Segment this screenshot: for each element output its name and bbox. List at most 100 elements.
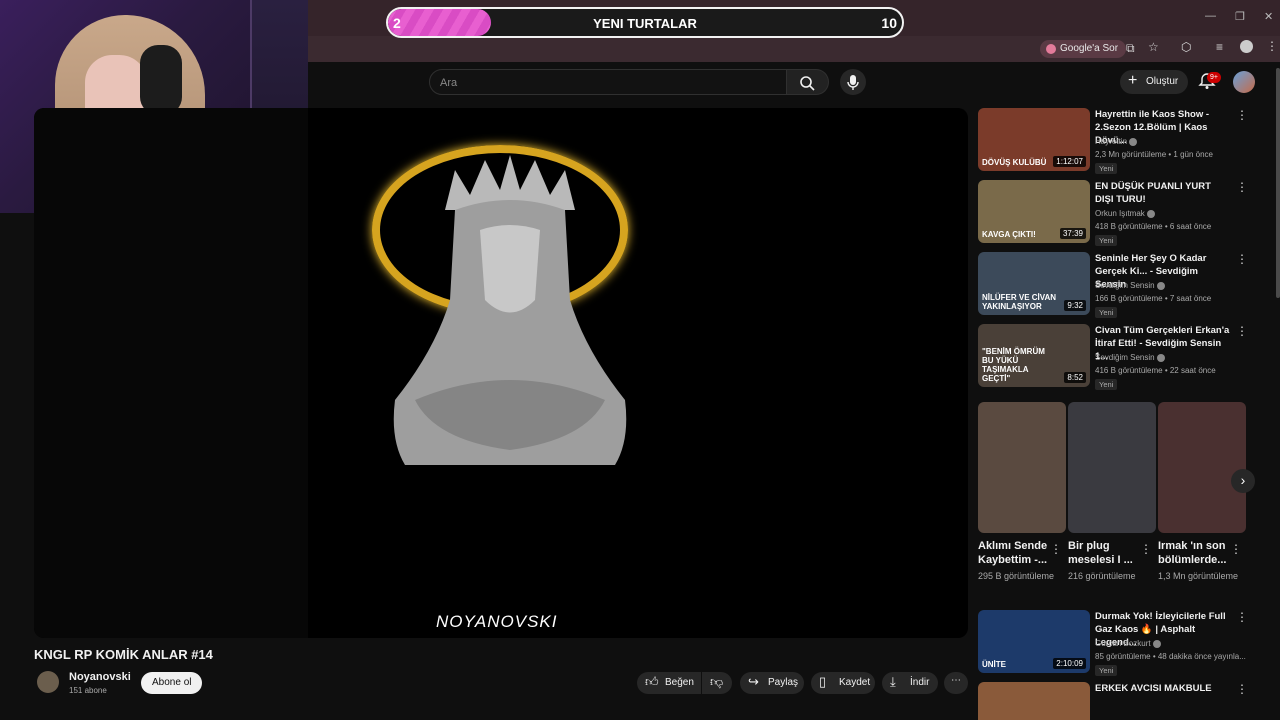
recommendation-item[interactable]: ERKEK AVCISI MAKBULE ⋮	[978, 682, 1248, 720]
thumbnail-caption: DÖVÜŞ KULÜBÜ	[982, 158, 1047, 167]
shorts-next-button[interactable]: ›	[1231, 469, 1255, 493]
more-actions-button[interactable]: ⋯	[944, 672, 968, 694]
verified-icon	[1147, 209, 1156, 218]
video-duration: 9:32	[1064, 300, 1086, 311]
google-icon	[1046, 44, 1056, 54]
new-badge: Yeni	[1095, 235, 1118, 246]
veiled-statue-image	[393, 155, 627, 465]
profile-icon[interactable]	[1240, 40, 1253, 53]
channel-name[interactable]: Noyanovski	[69, 671, 131, 683]
channel-watermark: NOYANOVSKI	[436, 612, 558, 631]
video-thumbnail[interactable]: ÜNİTE 2:10:09	[978, 610, 1090, 673]
recommendation-item[interactable]: DÖVÜŞ KULÜBÜ 1:12:07 Hayrettin ile Kaos …	[978, 108, 1248, 174]
video-duration: 2:10:09	[1053, 658, 1086, 669]
search-input[interactable]: Ara	[429, 69, 787, 95]
channel-avatar[interactable]	[37, 671, 59, 693]
verified-icon	[1129, 137, 1138, 146]
recommendation-item[interactable]: NİLÜFER VE CİVAN YAKINLAŞIYOR 9:32 Senin…	[978, 252, 1248, 318]
subscriber-count: 151 abone	[69, 686, 107, 695]
recommendation-item[interactable]: KAVGA ÇIKTI! 37:39 EN DÜŞÜK PUANLI YURT …	[978, 180, 1248, 246]
more-options-icon[interactable]: ⋮	[1236, 252, 1248, 266]
new-badge: Yeni	[1095, 379, 1118, 390]
bookmark-star-icon[interactable]: ☆	[1148, 40, 1159, 54]
new-badge: Yeni	[1095, 665, 1118, 676]
video-thumbnail[interactable]: NİLÜFER VE CİVAN YAKINLAŞIYOR 9:32	[978, 252, 1090, 315]
cast-icon[interactable]: ⧉	[1126, 41, 1135, 56]
more-options-icon[interactable]: ⋮	[1236, 682, 1248, 696]
video-thumbnail[interactable]: DÖVÜŞ KULÜBÜ 1:12:07	[978, 108, 1090, 171]
short-views: 216 görüntüleme	[1068, 571, 1136, 581]
channel-name[interactable]: Sevdiğim Sensin	[1095, 353, 1165, 362]
thumbs-down-icon: 👎︎	[710, 674, 724, 689]
download-icon: ⤓	[890, 674, 896, 689]
account-avatar[interactable]	[1233, 71, 1255, 93]
channel-name[interactable]: Hayrettin	[1095, 137, 1138, 146]
download-button[interactable]: ⤓ İndir	[882, 672, 938, 694]
short-title[interactable]: Bir plug meselesi I ...	[1068, 539, 1140, 567]
scrollbar[interactable]	[1276, 68, 1280, 298]
voice-search-button[interactable]	[840, 69, 866, 95]
video-title[interactable]: EN DÜŞÜK PUANLI YURT DIŞI TURU!	[1095, 180, 1231, 206]
share-button[interactable]: ↪ Paylaş	[740, 672, 804, 694]
short-item[interactable]: Bir plug meselesi I ... 216 görüntüleme …	[1068, 402, 1156, 583]
recommendation-item[interactable]: "BENİM ÖMRÜM BU YÜKÜ TAŞIMAKLA GEÇTİ" 8:…	[978, 324, 1248, 390]
bookmark-icon: ▯	[819, 674, 827, 689]
short-thumbnail[interactable]	[1068, 402, 1156, 533]
short-item[interactable]: Aklımı Sende Kaybettim -... 295 B görünt…	[978, 402, 1066, 583]
extensions-icon[interactable]: ⬡	[1181, 40, 1191, 54]
video-meta: 2,3 Mn görüntüleme • 1 gün önce	[1095, 150, 1213, 159]
short-views: 295 B görüntüleme	[978, 571, 1055, 581]
verified-icon	[1156, 353, 1165, 362]
video-thumbnail[interactable]: "BENİM ÖMRÜM BU YÜKÜ TAŞIMAKLA GEÇTİ" 8:…	[978, 324, 1090, 387]
more-options-icon[interactable]: ⋮	[1236, 610, 1248, 624]
thumbnail-caption: ÜNİTE	[982, 660, 1006, 669]
thumbs-up-icon: 👍︎	[645, 674, 659, 689]
more-options-icon[interactable]: ⋮	[1236, 180, 1248, 194]
screen: — ❐ ✕ Google'a Sor ⧉ ☆ ⬡ ≡ ⋮ 2 YENI TURT…	[0, 0, 1280, 720]
new-badge: Yeni	[1095, 163, 1118, 174]
more-options-icon[interactable]: ⋮	[1050, 542, 1062, 556]
close-icon[interactable]: ✕	[1264, 10, 1273, 23]
minimize-icon[interactable]: —	[1205, 10, 1216, 22]
new-badge: Yeni	[1095, 307, 1118, 318]
video-meta: 418 B görüntüleme • 6 saat önce	[1095, 222, 1212, 231]
video-thumbnail[interactable]: KAVGA ÇIKTI! 37:39	[978, 180, 1090, 243]
plus-icon: +	[1128, 72, 1138, 89]
save-button[interactable]: ▯ Kaydet	[811, 672, 875, 694]
search-button[interactable]	[787, 69, 829, 95]
more-options-icon[interactable]: ⋮	[1236, 324, 1248, 338]
video-meta: 166 B görüntüleme • 7 saat önce	[1095, 294, 1212, 303]
ask-google-button[interactable]: Google'a Sor	[1040, 40, 1127, 58]
browser-menu-icon[interactable]: ⋮	[1266, 39, 1278, 53]
media-queue-icon[interactable]: ≡	[1216, 40, 1223, 54]
recommendation-item[interactable]: ÜNİTE 2:10:09 Durmak Yok! İzleyicilerle …	[978, 610, 1248, 676]
dislike-button[interactable]: 👎︎	[702, 672, 732, 694]
short-title[interactable]: Aklımı Sende Kaybettim -...	[978, 539, 1050, 567]
video-title[interactable]: ERKEK AVCISI MAKBULE	[1095, 682, 1231, 695]
channel-name[interactable]: Sevdiğim Sensin	[1095, 281, 1165, 290]
short-thumbnail[interactable]	[1158, 402, 1246, 533]
more-options-icon[interactable]: ⋮	[1230, 542, 1242, 556]
notification-count-badge: 9+	[1207, 72, 1221, 83]
share-icon: ↪	[748, 674, 759, 689]
create-button[interactable]: + Oluştur	[1120, 70, 1188, 94]
share-label: Paylaş	[768, 677, 799, 688]
like-button[interactable]: 👍︎ Beğen	[637, 672, 701, 694]
restore-icon[interactable]: ❐	[1235, 10, 1245, 23]
short-item[interactable]: Irmak 'ın son bölümlerde... 1,3 Mn görün…	[1158, 402, 1246, 583]
video-meta: 416 B görüntüleme • 22 saat önce	[1095, 366, 1216, 375]
thumbnail-caption: NİLÜFER VE CİVAN YAKINLAŞIYOR	[982, 293, 1057, 311]
subscribe-button[interactable]: Abone ol	[141, 672, 203, 694]
channel-name[interactable]: Orkun Işıtmak	[1095, 209, 1156, 218]
more-options-icon[interactable]: ⋮	[1236, 108, 1248, 122]
verified-icon	[1156, 281, 1165, 290]
thumbnail-caption: KAVGA ÇIKTI!	[982, 230, 1036, 239]
goal-label: YENI TURTALAR	[593, 16, 697, 31]
more-options-icon[interactable]: ⋮	[1140, 542, 1152, 556]
ask-google-label: Google'a Sor	[1060, 43, 1119, 54]
short-thumbnail[interactable]	[978, 402, 1066, 533]
channel-name[interactable]: Gürcan Bozkurt	[1095, 639, 1161, 648]
short-title[interactable]: Irmak 'ın son bölümlerde...	[1158, 539, 1230, 567]
video-thumbnail[interactable]	[978, 682, 1090, 720]
like-label: Beğen	[665, 677, 694, 688]
